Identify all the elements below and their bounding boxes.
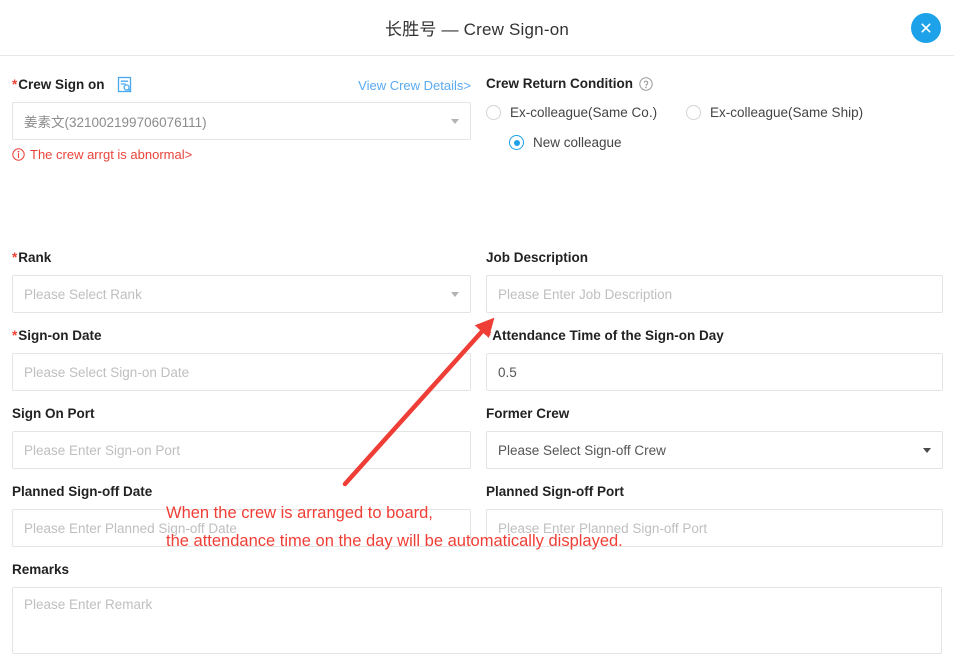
crew-return-condition-radio-row-2: New colleague — [486, 135, 943, 150]
close-icon — [921, 23, 931, 33]
radio-ex-colleague-same-co[interactable]: Ex-colleague(Same Co.) — [486, 105, 686, 120]
required-asterisk: * — [12, 250, 18, 265]
radio-label: Ex-colleague(Same Ship) — [710, 105, 864, 120]
crew-return-condition-label-text: Crew Return Condition — [486, 76, 633, 91]
former-crew-label: Former Crew — [486, 406, 570, 421]
info-circle-icon — [12, 148, 25, 161]
question-circle-icon[interactable] — [639, 76, 653, 91]
former-crew-select[interactable]: Please Select Sign-off Crew — [486, 431, 943, 469]
modal-header: 长胜号 — Crew Sign-on — [0, 0, 954, 56]
former-crew-placeholder: Please Select Sign-off Crew — [498, 442, 666, 458]
planned-signoff-date-placeholder: Please Enter Planned Sign-off Date — [24, 520, 237, 536]
planned-signoff-port-label: Planned Sign-off Port — [486, 484, 624, 499]
close-button[interactable] — [911, 13, 941, 43]
crew-sign-on-select[interactable]: 姜素文(321002199706076111) — [12, 102, 471, 140]
chevron-down-icon — [923, 448, 931, 453]
rank-placeholder: Please Select Rank — [24, 286, 142, 302]
rank-label: *Rank — [12, 250, 52, 265]
rank-select[interactable]: Please Select Rank — [12, 275, 471, 313]
crew-return-condition-label: Crew Return Condition — [486, 76, 943, 91]
remarks-field: Remarks Please Enter Remark — [12, 561, 942, 654]
view-crew-details-link[interactable]: View Crew Details> — [358, 78, 471, 93]
crew-return-condition-field: Crew Return Condition Ex-colleague(Same … — [486, 76, 943, 150]
attendance-time-value: 0.5 — [498, 364, 517, 380]
radio-new-colleague[interactable]: New colleague — [509, 135, 622, 150]
job-description-label: Job Description — [486, 250, 589, 265]
planned-signoff-port-field: Planned Sign-off Port Please Enter Plann… — [486, 483, 943, 547]
crew-sign-on-label: *Crew Sign on — [12, 77, 105, 92]
radio-label: Ex-colleague(Same Co.) — [510, 105, 658, 120]
radio-mark-unchecked — [686, 105, 701, 120]
radio-ex-colleague-same-ship[interactable]: Ex-colleague(Same Ship) — [686, 105, 863, 120]
remarks-textarea[interactable]: Please Enter Remark — [12, 587, 942, 654]
planned-signoff-port-input[interactable]: Please Enter Planned Sign-off Port — [486, 509, 943, 547]
attendance-time-field: *Attendance Time of the Sign-on Day 0.5 — [486, 327, 943, 391]
radio-mark-unchecked — [486, 105, 501, 120]
former-crew-field: Former Crew Please Select Sign-off Crew — [486, 405, 943, 469]
sign-on-date-input[interactable]: Please Select Sign-on Date — [12, 353, 471, 391]
planned-signoff-date-input[interactable]: Please Enter Planned Sign-off Date — [12, 509, 471, 547]
planned-signoff-date-label: Planned Sign-off Date — [12, 484, 153, 499]
planned-signoff-date-field: Planned Sign-off Date Please Enter Plann… — [12, 483, 471, 547]
radio-label: New colleague — [533, 135, 622, 150]
sign-on-port-input[interactable]: Please Enter Sign-on Port — [12, 431, 471, 469]
remarks-placeholder: Please Enter Remark — [24, 597, 153, 612]
crew-sign-on-value: 姜素文(321002199706076111) — [24, 115, 207, 130]
planned-signoff-port-placeholder: Please Enter Planned Sign-off Port — [498, 520, 708, 536]
radio-mark-checked — [509, 135, 524, 150]
page-title: 长胜号 — Crew Sign-on — [384, 20, 570, 39]
required-asterisk: * — [12, 77, 18, 92]
crew-return-condition-radio-row-1: Ex-colleague(Same Co.) Ex-colleague(Same… — [486, 105, 943, 120]
job-description-field: Job Description Please Enter Job Descrip… — [486, 249, 943, 313]
job-description-placeholder: Please Enter Job Description — [498, 286, 673, 302]
sign-on-port-placeholder: Please Enter Sign-on Port — [24, 442, 181, 458]
sign-on-port-label: Sign On Port — [12, 406, 95, 421]
attendance-time-label: *Attendance Time of the Sign-on Day — [486, 328, 724, 343]
sign-on-date-field: *Sign-on Date Please Select Sign-on Date — [12, 327, 471, 391]
crew-sign-on-field: *Crew Sign on View Crew Details> 姜素文(321… — [12, 76, 471, 162]
sign-on-date-label: *Sign-on Date — [12, 328, 102, 343]
sign-on-date-placeholder: Please Select Sign-on Date — [24, 364, 190, 380]
attendance-time-input[interactable]: 0.5 — [486, 353, 943, 391]
required-asterisk: * — [486, 328, 492, 343]
required-asterisk: * — [12, 328, 18, 343]
crew-sign-on-label-row: *Crew Sign on View Crew Details> — [12, 76, 471, 94]
crew-sign-on-label-group: *Crew Sign on — [12, 76, 134, 94]
document-search-icon[interactable] — [117, 76, 134, 94]
crew-arrangement-error-text: The crew arrgt is abnormal> — [30, 147, 193, 162]
rank-field: *Rank Please Select Rank — [12, 249, 471, 313]
chevron-down-icon — [451, 119, 459, 124]
sign-on-port-field: Sign On Port Please Enter Sign-on Port — [12, 405, 471, 469]
job-description-input[interactable]: Please Enter Job Description — [486, 275, 943, 313]
crew-arrangement-error[interactable]: The crew arrgt is abnormal> — [12, 147, 471, 162]
chevron-down-icon — [451, 292, 459, 297]
remarks-label: Remarks — [12, 562, 70, 577]
